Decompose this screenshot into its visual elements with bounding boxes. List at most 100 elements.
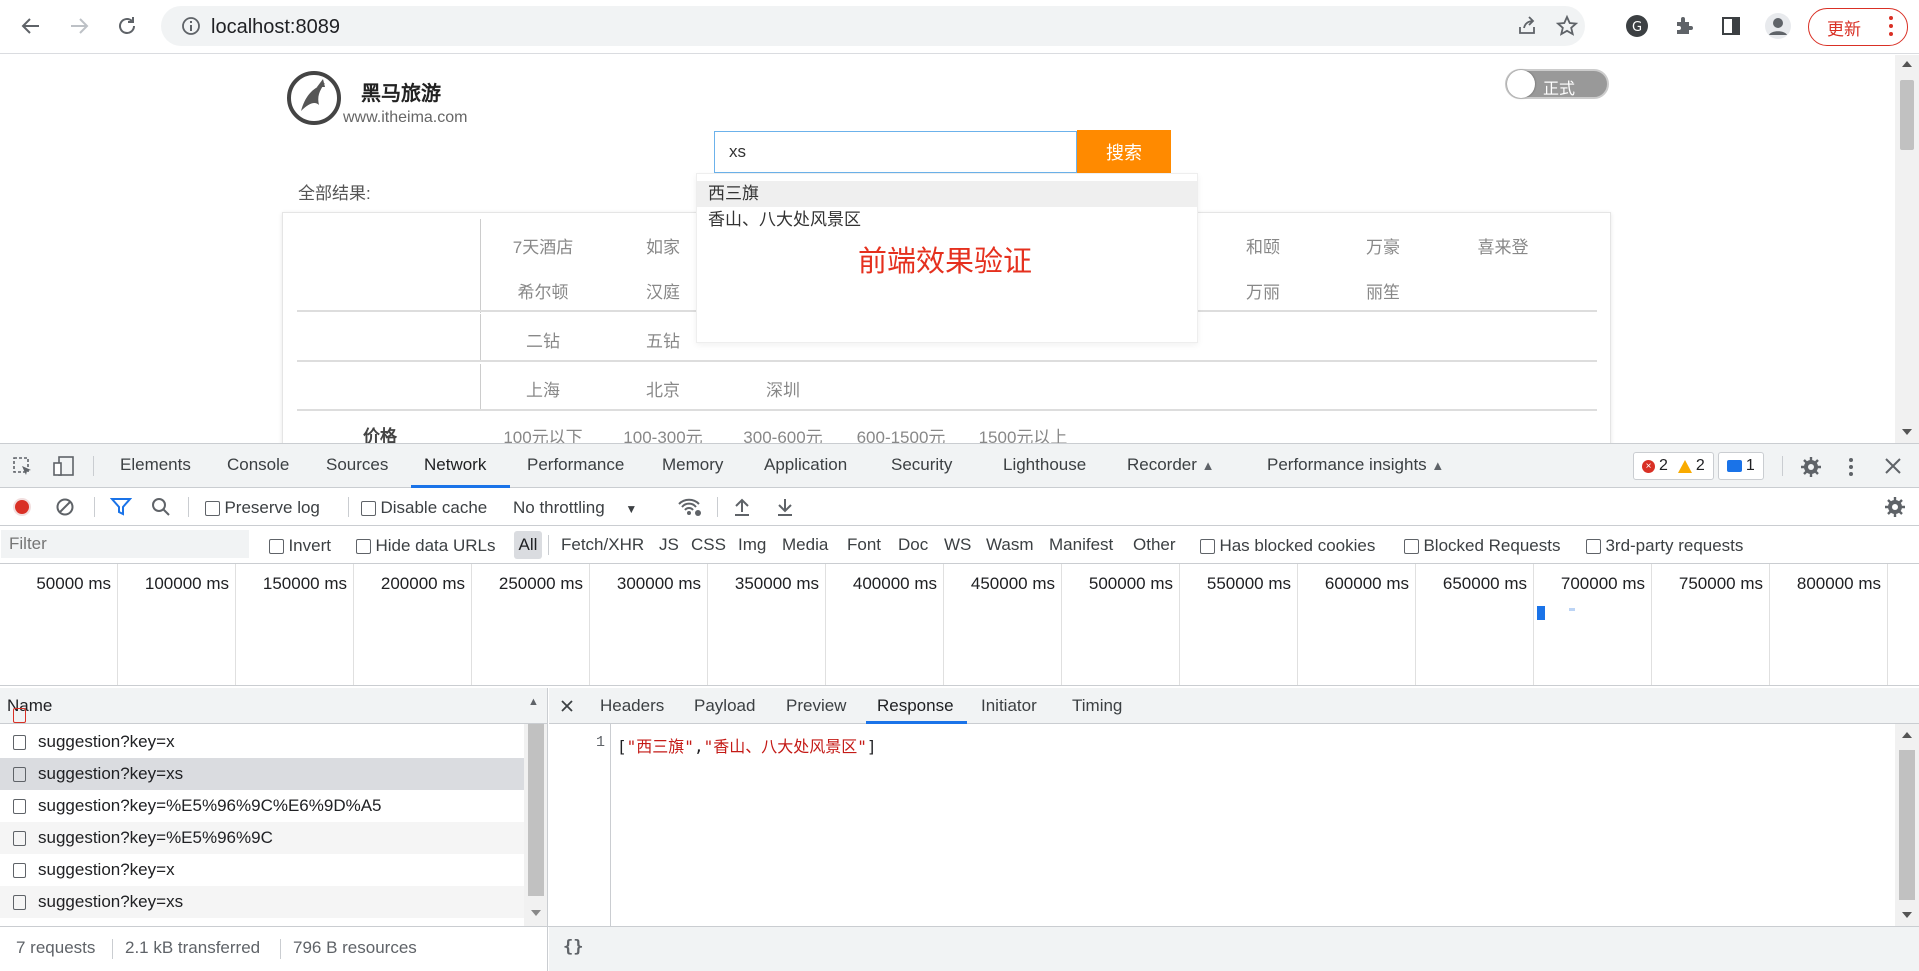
update-button[interactable]: 更新 xyxy=(1808,8,1908,46)
filter-type-media[interactable]: Media xyxy=(782,535,828,555)
table-row[interactable]: suggestion?key=x xyxy=(0,854,524,886)
tab-headers[interactable]: Headers xyxy=(600,696,664,716)
tab-recorder[interactable]: Recorder ▲ xyxy=(1127,455,1215,475)
search-input[interactable] xyxy=(715,132,1076,172)
hide-data-urls-checkbox[interactable]: Hide data URLs xyxy=(356,536,495,556)
tab-network[interactable]: Network xyxy=(424,455,486,475)
issue-counters[interactable]: × 2 2 1 xyxy=(1633,452,1768,480)
price-option[interactable]: 100-300元 xyxy=(613,423,713,443)
filter-icon[interactable] xyxy=(110,497,132,517)
blocked-requests-checkbox[interactable]: Blocked Requests xyxy=(1404,536,1560,556)
filter-type-font[interactable]: Font xyxy=(847,535,881,555)
price-option[interactable]: 100元以下 xyxy=(493,423,593,443)
throttling-select[interactable]: No throttling ▼ xyxy=(513,498,637,518)
settings-gear-icon[interactable] xyxy=(1800,456,1822,478)
back-button[interactable] xyxy=(14,9,48,43)
tab-payload[interactable]: Payload xyxy=(694,696,755,716)
bookmark-star-icon[interactable] xyxy=(1555,14,1579,38)
table-row[interactable]: suggestion?key=x xyxy=(0,726,524,758)
tab-lighthouse[interactable]: Lighthouse xyxy=(1003,455,1086,475)
table-row[interactable]: suggestion?key=%E5%96%9C xyxy=(0,822,524,854)
search-button[interactable]: 搜索 xyxy=(1077,130,1171,174)
price-option[interactable]: 1500元以上 xyxy=(973,423,1073,443)
scroll-down-icon[interactable] xyxy=(531,910,541,916)
network-overview-timeline[interactable]: 50000 ms 100000 ms 150000 ms 200000 ms 25000… xyxy=(0,564,1919,686)
request-list-scrollbar[interactable] xyxy=(524,724,547,926)
filter-input[interactable] xyxy=(1,530,249,558)
close-icon[interactable] xyxy=(1884,457,1902,475)
sort-ascending-icon[interactable]: ▲ xyxy=(528,696,539,708)
profile-button[interactable] xyxy=(1761,9,1795,43)
tab-memory[interactable]: Memory xyxy=(662,455,723,475)
table-row[interactable]: suggestion?key=%E5%96%9C%E6%9D%A5 xyxy=(0,790,524,822)
forward-button[interactable] xyxy=(62,9,96,43)
city-option[interactable]: 上海 xyxy=(493,376,593,401)
share-icon[interactable] xyxy=(1516,15,1538,37)
filter-type-css[interactable]: CSS xyxy=(691,535,726,555)
inspect-element-icon[interactable] xyxy=(12,456,34,478)
tab-timing[interactable]: Timing xyxy=(1072,696,1122,716)
table-row[interactable]: suggestion?key=xs xyxy=(0,886,524,918)
tab-security[interactable]: Security xyxy=(891,455,952,475)
pretty-print-icon[interactable]: {} xyxy=(563,937,583,957)
tab-preview[interactable]: Preview xyxy=(786,696,846,716)
scroll-up-icon[interactable] xyxy=(1902,61,1912,67)
disable-cache-checkbox[interactable]: Disable cache xyxy=(361,498,487,518)
invert-checkbox[interactable]: Invert xyxy=(269,536,331,556)
brand-option[interactable]: 万豪 xyxy=(1333,233,1433,258)
brand-option[interactable]: 希尔顿 xyxy=(493,278,593,303)
tab-application[interactable]: Application xyxy=(764,455,847,475)
tab-response[interactable]: Response xyxy=(877,696,954,716)
tab-elements[interactable]: Elements xyxy=(120,455,191,475)
tab-initiator[interactable]: Initiator xyxy=(981,696,1037,716)
suggestion-item[interactable]: 西三旗 xyxy=(697,181,1197,207)
scroll-down-icon[interactable] xyxy=(1902,912,1912,918)
preserve-log-checkbox[interactable]: Preserve log xyxy=(205,498,320,518)
search-icon[interactable] xyxy=(151,497,171,517)
env-toggle[interactable]: 正式 xyxy=(1505,69,1609,99)
tab-console[interactable]: Console xyxy=(227,455,289,475)
filter-type-ws[interactable]: WS xyxy=(944,535,971,555)
close-detail-icon[interactable] xyxy=(560,699,574,713)
table-row[interactable] xyxy=(0,708,524,726)
reload-button[interactable] xyxy=(110,9,144,43)
scroll-thumb[interactable] xyxy=(1900,80,1914,150)
extension-translate-button[interactable]: G xyxy=(1620,9,1654,43)
brand-option[interactable]: 喜来登 xyxy=(1453,233,1553,258)
brand-option[interactable]: 7天酒店 xyxy=(493,233,593,258)
more-options-icon[interactable] xyxy=(1846,456,1856,478)
side-panel-button[interactable] xyxy=(1714,9,1748,43)
page-scrollbar[interactable] xyxy=(1895,55,1919,443)
city-option[interactable]: 北京 xyxy=(613,376,713,401)
suggestion-item[interactable]: 香山、八大处风景区 xyxy=(697,207,1197,233)
table-row[interactable]: suggestion?key=xs xyxy=(0,758,524,790)
filter-type-fetch-xhr[interactable]: Fetch/XHR xyxy=(561,535,644,555)
scroll-up-icon[interactable] xyxy=(1902,732,1912,738)
network-settings-gear-icon[interactable] xyxy=(1884,496,1906,518)
record-icon[interactable] xyxy=(12,497,32,517)
star-option[interactable]: 二钻 xyxy=(493,327,593,352)
filter-type-all[interactable]: All xyxy=(514,531,542,559)
brand-option[interactable]: 万丽 xyxy=(1213,278,1313,303)
filter-type-manifest[interactable]: Manifest xyxy=(1049,535,1113,555)
brand-option[interactable]: 和颐 xyxy=(1213,233,1313,258)
address-bar[interactable]: localhost:8089 xyxy=(161,6,1585,46)
filter-type-wasm[interactable]: Wasm xyxy=(986,535,1034,555)
scroll-thumb[interactable] xyxy=(528,724,544,896)
tab-performance[interactable]: Performance xyxy=(527,455,624,475)
clear-icon[interactable] xyxy=(55,497,75,517)
error-warning-badge[interactable]: × 2 2 xyxy=(1633,452,1714,480)
url-text[interactable]: localhost:8089 xyxy=(211,16,340,39)
filter-type-doc[interactable]: Doc xyxy=(898,535,928,555)
scroll-thumb[interactable] xyxy=(1899,750,1915,900)
filter-type-other[interactable]: Other xyxy=(1133,535,1176,555)
scroll-down-icon[interactable] xyxy=(1902,429,1912,435)
filter-type-img[interactable]: Img xyxy=(738,535,766,555)
extensions-button[interactable] xyxy=(1667,9,1701,43)
response-scrollbar[interactable] xyxy=(1895,724,1919,926)
import-har-icon[interactable] xyxy=(733,497,751,517)
device-toggle-icon[interactable] xyxy=(52,455,76,477)
city-option[interactable]: 深圳 xyxy=(733,376,833,401)
tab-sources[interactable]: Sources xyxy=(326,455,388,475)
tab-performance-insights[interactable]: Performance insights ▲ xyxy=(1267,455,1444,475)
